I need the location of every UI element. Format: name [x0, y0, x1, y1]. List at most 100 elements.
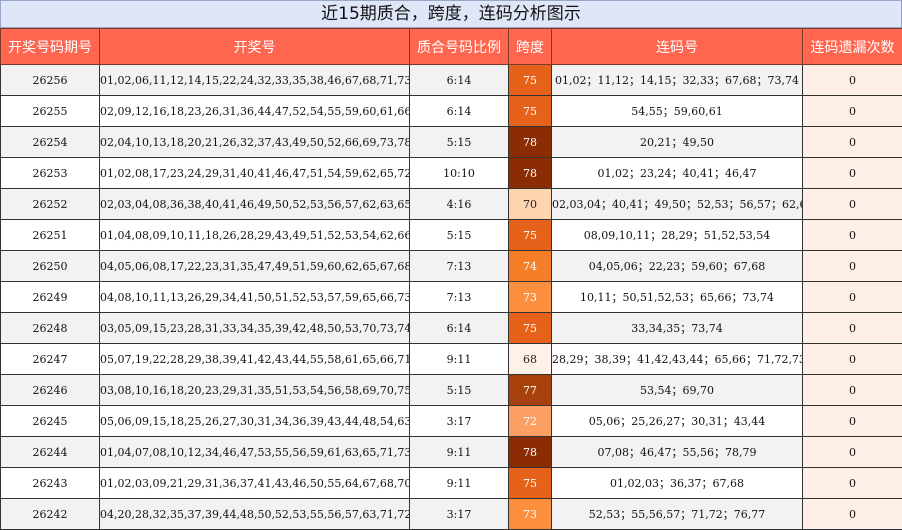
- header-miss-count: 连码遗漏次数: [803, 29, 902, 65]
- consecutive-cell: 01,02,03；36,37；67,68: [552, 468, 803, 499]
- period-cell: 26253: [1, 158, 100, 189]
- table-row: 2624705,07,19,22,28,29,38,39,41,42,43,44…: [1, 344, 902, 375]
- ratio-cell: 10:10: [410, 158, 509, 189]
- header-period: 开奖号码期号: [1, 29, 100, 65]
- miss-count-cell: 0: [803, 375, 902, 406]
- table-row: 2624401,04,07,08,10,12,34,46,47,53,55,56…: [1, 437, 902, 468]
- table-row: 2624204,20,28,32,35,37,39,44,48,50,52,53…: [1, 499, 902, 530]
- table-header-row: 开奖号码期号 开奖号 质合号码比例 跨度 连码号 连码遗漏次数: [1, 29, 902, 65]
- numbers-cell: 01,02,06,11,12,14,15,22,24,32,33,35,38,4…: [100, 65, 410, 96]
- span-cell: 75: [509, 468, 552, 499]
- numbers-cell: 01,02,03,09,21,29,31,36,37,41,43,46,50,5…: [100, 468, 410, 499]
- period-cell: 26255: [1, 96, 100, 127]
- numbers-cell: 05,07,19,22,28,29,38,39,41,42,43,44,55,5…: [100, 344, 410, 375]
- ratio-cell: 6:14: [410, 313, 509, 344]
- numbers-cell: 02,09,12,16,18,23,26,31,36,44,47,52,54,5…: [100, 96, 410, 127]
- analysis-page: 近15期质合，跨度，连码分析图示 开奖号码期号 开奖号 质合号码比例 跨度 连码…: [0, 0, 902, 528]
- table-row: 2625202,03,04,08,36,38,40,41,46,49,50,52…: [1, 189, 902, 220]
- consecutive-cell: 01,02；11,12；14,15；32,33；67,68；73,74: [552, 65, 803, 96]
- span-cell: 75: [509, 313, 552, 344]
- ratio-cell: 3:17: [410, 406, 509, 437]
- numbers-cell: 01,04,08,09,10,11,18,26,28,29,43,49,51,5…: [100, 220, 410, 251]
- miss-count-cell: 0: [803, 96, 902, 127]
- span-cell: 75: [509, 96, 552, 127]
- table-row: 2624603,08,10,16,18,20,23,29,31,35,51,53…: [1, 375, 902, 406]
- header-consecutive: 连码号: [552, 29, 803, 65]
- numbers-cell: 01,04,07,08,10,12,34,46,47,53,55,56,59,6…: [100, 437, 410, 468]
- miss-count-cell: 0: [803, 406, 902, 437]
- numbers-cell: 04,05,06,08,17,22,23,31,35,47,49,51,59,6…: [100, 251, 410, 282]
- ratio-cell: 4:16: [410, 189, 509, 220]
- consecutive-cell: 20,21；49,50: [552, 127, 803, 158]
- table-row: 2624904,08,10,11,13,26,29,34,41,50,51,52…: [1, 282, 902, 313]
- table-row: 2625101,04,08,09,10,11,18,26,28,29,43,49…: [1, 220, 902, 251]
- consecutive-cell: 07,08；46,47；55,56；78,79: [552, 437, 803, 468]
- miss-count-cell: 0: [803, 468, 902, 499]
- span-cell: 68: [509, 344, 552, 375]
- ratio-cell: 5:15: [410, 375, 509, 406]
- consecutive-cell: 33,34,35；73,74: [552, 313, 803, 344]
- miss-count-cell: 0: [803, 220, 902, 251]
- period-cell: 26254: [1, 127, 100, 158]
- ratio-cell: 9:11: [410, 437, 509, 468]
- span-cell: 74: [509, 251, 552, 282]
- numbers-cell: 02,04,10,13,18,20,21,26,32,37,43,49,50,5…: [100, 127, 410, 158]
- miss-count-cell: 0: [803, 127, 902, 158]
- span-cell: 78: [509, 437, 552, 468]
- table-row: 2624505,06,09,15,18,25,26,27,30,31,34,36…: [1, 406, 902, 437]
- ratio-cell: 7:13: [410, 251, 509, 282]
- table-row: 2625502,09,12,16,18,23,26,31,36,44,47,52…: [1, 96, 902, 127]
- span-cell: 75: [509, 220, 552, 251]
- ratio-cell: 5:15: [410, 127, 509, 158]
- header-ratio: 质合号码比例: [410, 29, 509, 65]
- header-numbers: 开奖号: [100, 29, 410, 65]
- table-row: 2624803,05,09,15,23,28,31,33,34,35,39,42…: [1, 313, 902, 344]
- consecutive-cell: 53,54；69,70: [552, 375, 803, 406]
- consecutive-cell: 04,05,06；22,23；59,60；67,68: [552, 251, 803, 282]
- header-span: 跨度: [509, 29, 552, 65]
- table-body: 2625601,02,06,11,12,14,15,22,24,32,33,35…: [1, 65, 902, 530]
- period-cell: 26249: [1, 282, 100, 313]
- numbers-cell: 05,06,09,15,18,25,26,27,30,31,34,36,39,4…: [100, 406, 410, 437]
- table-row: 2625301,02,08,17,23,24,29,31,40,41,46,47…: [1, 158, 902, 189]
- ratio-cell: 6:14: [410, 65, 509, 96]
- consecutive-cell: 02,03,04；40,41；49,50；52,53；56,57；62,63: [552, 189, 803, 220]
- analysis-table: 开奖号码期号 开奖号 质合号码比例 跨度 连码号 连码遗漏次数 2625601,…: [0, 28, 902, 530]
- numbers-cell: 04,20,28,32,35,37,39,44,48,50,52,53,55,5…: [100, 499, 410, 530]
- miss-count-cell: 0: [803, 65, 902, 96]
- consecutive-cell: 05,06；25,26,27；30,31；43,44: [552, 406, 803, 437]
- miss-count-cell: 0: [803, 313, 902, 344]
- period-cell: 26252: [1, 189, 100, 220]
- period-cell: 26248: [1, 313, 100, 344]
- page-title: 近15期质合，跨度，连码分析图示: [0, 0, 902, 28]
- consecutive-cell: 08,09,10,11；28,29；51,52,53,54: [552, 220, 803, 251]
- table-row: 2624301,02,03,09,21,29,31,36,37,41,43,46…: [1, 468, 902, 499]
- span-cell: 75: [509, 65, 552, 96]
- miss-count-cell: 0: [803, 344, 902, 375]
- miss-count-cell: 0: [803, 251, 902, 282]
- span-cell: 77: [509, 375, 552, 406]
- miss-count-cell: 0: [803, 158, 902, 189]
- span-cell: 72: [509, 406, 552, 437]
- ratio-cell: 5:15: [410, 220, 509, 251]
- period-cell: 26247: [1, 344, 100, 375]
- table-row: 2625004,05,06,08,17,22,23,31,35,47,49,51…: [1, 251, 902, 282]
- numbers-cell: 01,02,08,17,23,24,29,31,40,41,46,47,51,5…: [100, 158, 410, 189]
- consecutive-cell: 54,55；59,60,61: [552, 96, 803, 127]
- ratio-cell: 9:11: [410, 344, 509, 375]
- miss-count-cell: 0: [803, 189, 902, 220]
- period-cell: 26256: [1, 65, 100, 96]
- consecutive-cell: 01,02；23,24；40,41；46,47: [552, 158, 803, 189]
- period-cell: 26250: [1, 251, 100, 282]
- ratio-cell: 3:17: [410, 499, 509, 530]
- span-cell: 78: [509, 158, 552, 189]
- period-cell: 26251: [1, 220, 100, 251]
- ratio-cell: 9:11: [410, 468, 509, 499]
- period-cell: 26245: [1, 406, 100, 437]
- span-cell: 73: [509, 499, 552, 530]
- numbers-cell: 03,05,09,15,23,28,31,33,34,35,39,42,48,5…: [100, 313, 410, 344]
- miss-count-cell: 0: [803, 282, 902, 313]
- miss-count-cell: 0: [803, 437, 902, 468]
- span-cell: 70: [509, 189, 552, 220]
- numbers-cell: 04,08,10,11,13,26,29,34,41,50,51,52,53,5…: [100, 282, 410, 313]
